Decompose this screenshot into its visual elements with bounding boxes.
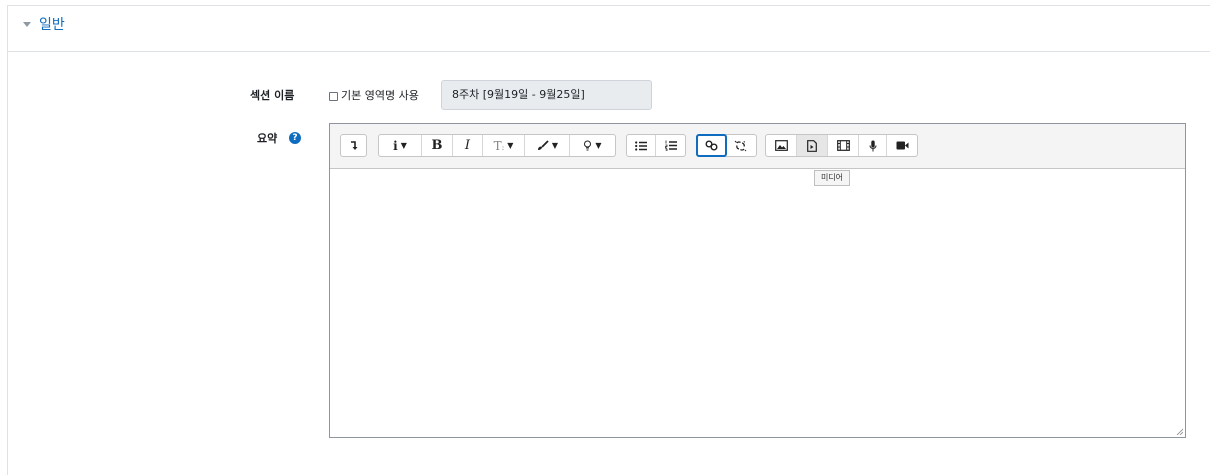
default-name-checkbox-label[interactable]: 기본 영역명 사용 [341,88,419,104]
record-video-button[interactable] [887,135,917,156]
media-tooltip: 미디어 [814,170,850,186]
manage-files-icon [836,140,850,151]
font-color-icon [537,140,549,150]
summary-label: 요약 [257,132,278,145]
accessibility-button[interactable]: ▼ [570,135,615,156]
toolbar-group-collapse [340,134,367,157]
toolbar-group-style: i ▼ B I T: ▼ ▼ ▼ [378,134,616,157]
accessibility-icon [584,140,592,150]
toolbar-group-media [765,134,918,157]
unlink-icon [734,140,747,151]
italic-icon: I [464,138,471,153]
section-title[interactable]: 일반 [39,15,65,35]
editor-toolbar: i ▼ B I T: ▼ ▼ ▼ [330,124,1185,169]
italic-button[interactable]: I [453,135,483,156]
summary-editor: i ▼ B I T: ▼ ▼ ▼ [329,123,1186,438]
font-color-button[interactable]: ▼ [525,135,570,156]
default-name-checkbox[interactable] [329,91,338,101]
link-icon [705,140,718,151]
info-style-button[interactable]: i ▼ [379,135,422,156]
unordered-list-button[interactable] [627,135,656,156]
caret-down-icon[interactable] [23,22,31,27]
unlink-button[interactable] [726,135,755,156]
bold-button[interactable]: B [422,135,453,156]
record-video-icon [896,141,908,150]
ordered-list-button[interactable] [656,135,685,156]
manage-files-button[interactable] [828,135,859,156]
default-name-checkbox-row[interactable]: 기본 영역명 사용 [329,88,419,104]
image-button[interactable] [766,135,797,156]
image-icon [774,140,788,151]
editor-content-area[interactable] [330,169,1185,437]
resize-grip-icon[interactable] [1176,428,1183,435]
ordered-list-icon [664,140,677,151]
font-size-icon: T: [493,138,505,153]
bold-icon: B [431,138,443,153]
toolbar-group-links [696,134,757,157]
section-name-label: 섹션 이름 [250,89,295,102]
media-icon [807,139,817,152]
font-size-button[interactable]: T: ▼ [483,135,525,156]
collapse-toolbar-icon [350,140,357,150]
section-name-input[interactable]: 8주차 [9월19일 - 9월25일] [441,80,652,110]
info-style-icon: i [393,138,398,153]
link-button[interactable] [696,134,727,157]
question-circle-icon[interactable]: ? [289,132,301,144]
record-audio-button[interactable] [859,135,887,156]
collapse-toolbar-button[interactable] [341,135,366,156]
media-button[interactable] [797,135,828,156]
record-audio-icon [869,140,876,151]
toolbar-group-lists [626,134,686,157]
section-header[interactable] [7,5,1210,52]
unordered-list-icon [635,140,647,151]
